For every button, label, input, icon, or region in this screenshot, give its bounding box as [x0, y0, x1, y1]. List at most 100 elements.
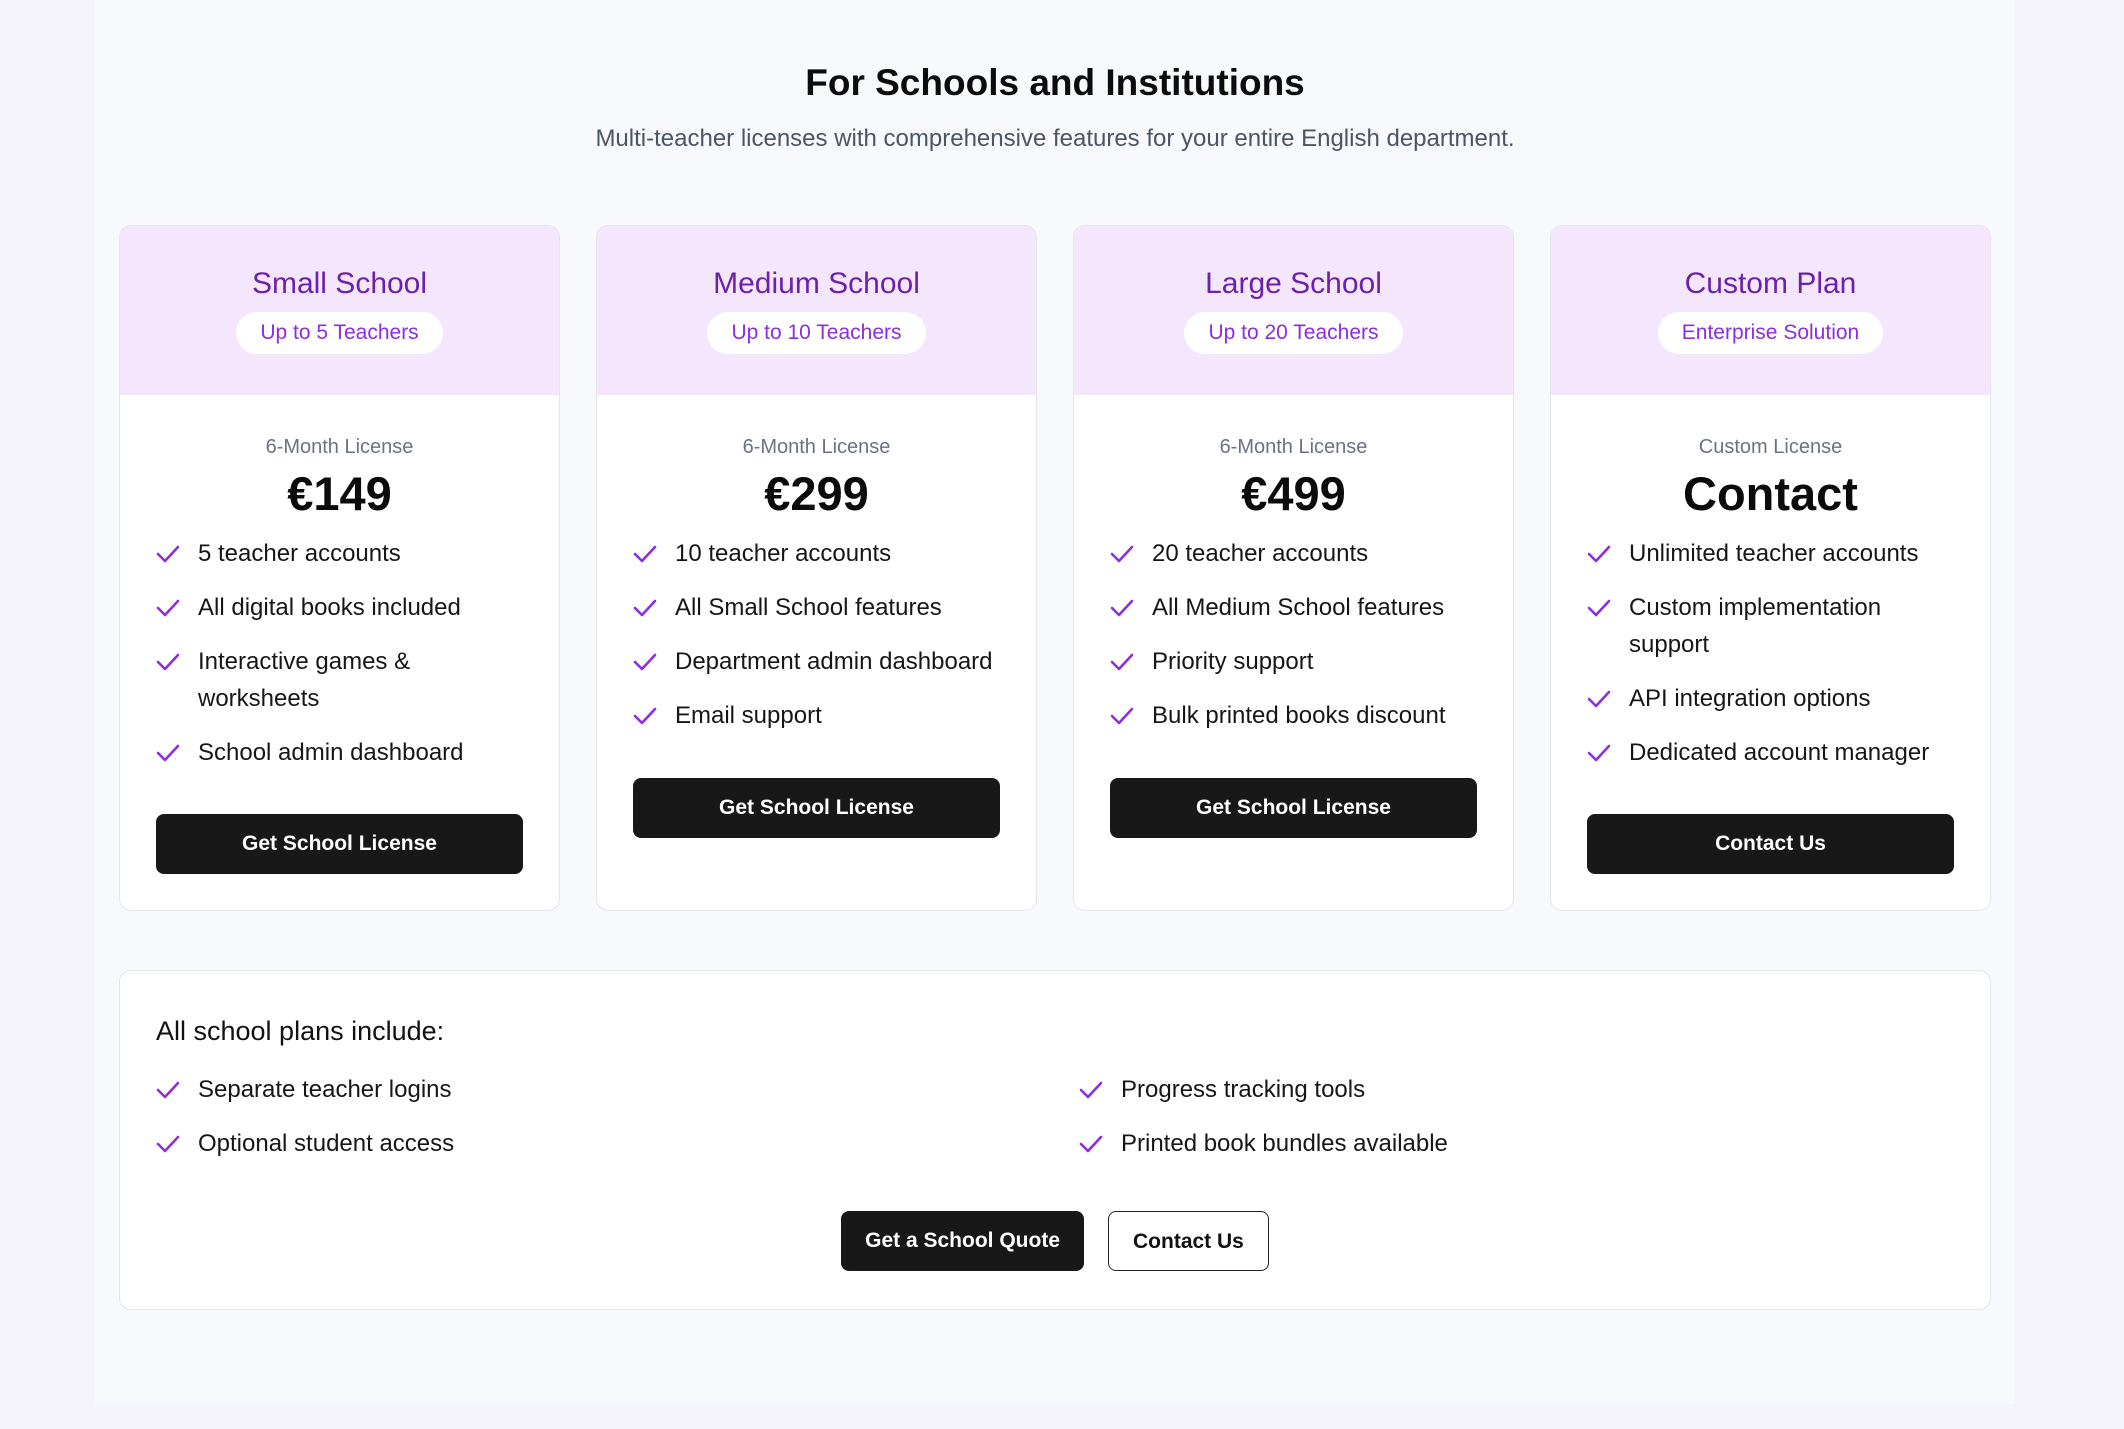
- feature-item: 5 teacher accounts: [156, 535, 523, 572]
- feature-text: Department admin dashboard: [675, 648, 993, 675]
- check-icon: [156, 1125, 182, 1162]
- plan-card-custom: Custom Plan Enterprise Solution Custom L…: [1550, 225, 1991, 911]
- plan-name: Small School: [251, 267, 428, 300]
- plan-card-small-school: Small School Up to 5 Teachers 6-Month Li…: [119, 225, 560, 911]
- feature-item: All Medium School features: [1110, 589, 1477, 626]
- feature-list: 10 teacher accounts All Small School fea…: [633, 535, 1000, 734]
- plan-price: Contact: [1683, 467, 1858, 520]
- page-title: For Schools and Institutions: [805, 62, 1305, 103]
- get-school-license-button[interactable]: Get School License: [156, 814, 523, 874]
- plan-name: Medium School: [713, 267, 920, 300]
- check-icon: [1587, 734, 1613, 771]
- plan-card-header: Custom Plan Enterprise Solution: [1551, 226, 1990, 395]
- license-type: 6-Month License: [1219, 436, 1368, 458]
- feature-text: School admin dashboard: [198, 739, 464, 766]
- get-school-quote-button[interactable]: Get a School Quote: [841, 1211, 1084, 1271]
- include-text: Optional student access: [198, 1130, 455, 1157]
- plan-price: €299: [764, 467, 869, 520]
- plan-card-medium-school: Medium School Up to 10 Teachers 6-Month …: [596, 225, 1037, 911]
- plan-card-body: 6-Month License €149 5 teacher accounts …: [120, 395, 559, 771]
- get-school-license-button[interactable]: Get School License: [633, 778, 1000, 838]
- feature-text: Priority support: [1152, 648, 1314, 675]
- check-icon: [633, 697, 659, 734]
- feature-item: API integration options: [1587, 680, 1954, 717]
- includes-actions: Get a School Quote Contact Us: [120, 1211, 1990, 1271]
- page: For Schools and Institutions Multi-teach…: [95, 0, 2015, 1404]
- pricing-cards: Small School Up to 5 Teachers 6-Month Li…: [119, 225, 1991, 911]
- check-icon: [633, 643, 659, 680]
- check-icon: [156, 734, 182, 771]
- plan-card-large-school: Large School Up to 20 Teachers 6-Month L…: [1073, 225, 1514, 911]
- feature-text: API integration options: [1629, 685, 1871, 712]
- contact-us-button[interactable]: Contact Us: [1587, 814, 1954, 874]
- feature-item: Dedicated account manager: [1587, 734, 1954, 771]
- feature-text: Dedicated account manager: [1629, 739, 1930, 766]
- include-item: Optional student access: [156, 1125, 1079, 1162]
- plan-price: €149: [287, 467, 392, 520]
- include-item: Progress tracking tools: [1079, 1071, 1979, 1108]
- check-icon: [1079, 1125, 1105, 1162]
- includes-title: All school plans include:: [156, 1016, 445, 1046]
- plan-card-body: 6-Month License €299 10 teacher accounts…: [597, 395, 1036, 734]
- check-icon: [156, 1071, 182, 1108]
- license-type: 6-Month License: [265, 436, 414, 458]
- feature-text: 5 teacher accounts: [198, 540, 401, 567]
- license-type: Custom License: [1698, 436, 1843, 458]
- feature-item: Bulk printed books discount: [1110, 697, 1477, 734]
- plan-card-header: Medium School Up to 10 Teachers: [597, 226, 1036, 395]
- check-icon: [1110, 535, 1136, 572]
- feature-text: 20 teacher accounts: [1152, 540, 1369, 567]
- feature-text: Interactive games & worksheets: [198, 648, 411, 712]
- include-text: Progress tracking tools: [1121, 1076, 1366, 1103]
- feature-item: Unlimited teacher accounts: [1587, 535, 1954, 572]
- plan-card-body: Custom License Contact Unlimited teacher…: [1551, 395, 1990, 771]
- feature-text: Bulk printed books discount: [1152, 702, 1446, 729]
- plan-name: Large School: [1205, 267, 1382, 300]
- feature-list: Unlimited teacher accounts Custom implem…: [1587, 535, 1954, 771]
- plan-badge: Up to 20 Teachers: [1184, 312, 1403, 354]
- plan-card-header: Large School Up to 20 Teachers: [1074, 226, 1513, 395]
- feature-text: All Medium School features: [1152, 594, 1445, 621]
- page-subtitle: Multi-teacher licenses with comprehensiv…: [595, 125, 1515, 152]
- feature-text: Email support: [675, 702, 822, 729]
- feature-text: All Small School features: [675, 594, 942, 621]
- plan-badge: Enterprise Solution: [1657, 312, 1884, 354]
- feature-list: 20 teacher accounts All Medium School fe…: [1110, 535, 1477, 734]
- get-school-license-button[interactable]: Get School License: [1110, 778, 1477, 838]
- include-item: Separate teacher logins: [156, 1071, 1079, 1108]
- check-icon: [1587, 680, 1613, 717]
- feature-item: 20 teacher accounts: [1110, 535, 1477, 572]
- check-icon: [1110, 643, 1136, 680]
- plan-name: Custom Plan: [1684, 267, 1857, 300]
- contact-us-button[interactable]: Contact Us: [1108, 1211, 1269, 1271]
- feature-item: Priority support: [1110, 643, 1477, 680]
- feature-item: All digital books included: [156, 589, 523, 626]
- include-text: Separate teacher logins: [198, 1076, 452, 1103]
- check-icon: [156, 535, 182, 572]
- includes-list: Separate teacher logins Progress trackin…: [156, 1071, 1954, 1179]
- include-item: Printed book bundles available: [1079, 1125, 1979, 1162]
- check-icon: [1587, 535, 1613, 572]
- license-type: 6-Month License: [742, 436, 891, 458]
- check-icon: [156, 643, 182, 680]
- plan-card-header: Small School Up to 5 Teachers: [120, 226, 559, 395]
- section-header: For Schools and Institutions Multi-teach…: [95, 0, 2015, 156]
- feature-text: 10 teacher accounts: [675, 540, 892, 567]
- check-icon: [1079, 1071, 1105, 1108]
- feature-item: Custom implementation support: [1587, 589, 1954, 663]
- check-icon: [1110, 697, 1136, 734]
- check-icon: [156, 589, 182, 626]
- check-icon: [633, 535, 659, 572]
- plan-badge: Up to 10 Teachers: [707, 312, 926, 354]
- feature-item: School admin dashboard: [156, 734, 523, 771]
- school-plans-includes: All school plans include: Separate teach…: [119, 970, 1991, 1310]
- check-icon: [1587, 589, 1613, 626]
- feature-item: 10 teacher accounts: [633, 535, 1000, 572]
- feature-text: Unlimited teacher accounts: [1629, 540, 1919, 567]
- feature-item: Department admin dashboard: [633, 643, 1000, 680]
- feature-text: All digital books included: [198, 594, 461, 621]
- feature-item: Interactive games & worksheets: [156, 643, 523, 717]
- feature-list: 5 teacher accounts All digital books inc…: [156, 535, 523, 771]
- feature-item: All Small School features: [633, 589, 1000, 626]
- include-text: Printed book bundles available: [1121, 1130, 1448, 1157]
